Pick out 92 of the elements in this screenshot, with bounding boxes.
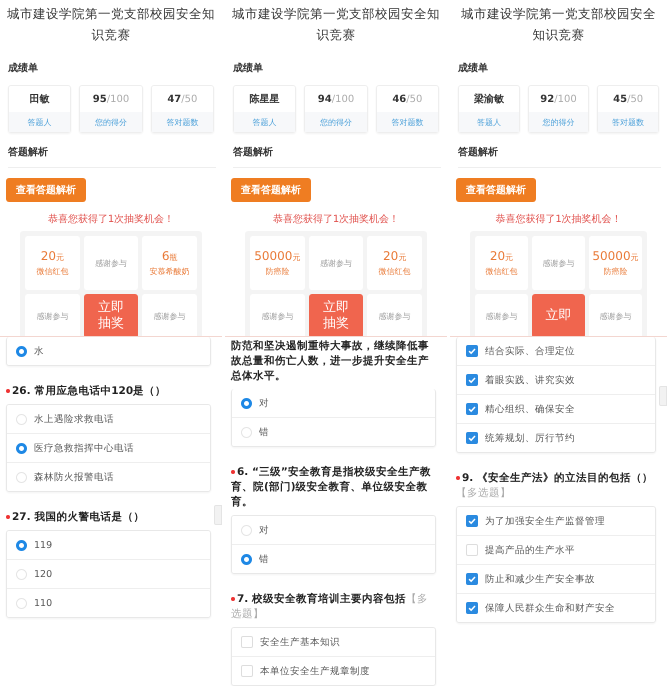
prize-text: 感谢参与 [320,258,352,268]
radio-button[interactable] [16,346,27,356]
score-label: 答题人 [9,112,70,132]
score-label: 答对题数 [152,112,213,132]
radio-button[interactable] [16,442,27,454]
prize-amount: 50000元 [592,249,639,263]
scroll-handle-icon[interactable] [214,505,222,525]
answer-option[interactable]: 错 [232,544,435,573]
prize-text: 感谢参与 [378,310,411,322]
question-text: 26. 常用应急电话中120是（） [6,384,211,399]
section-heading: 成绩单 [458,62,489,75]
score-value: 46/50 [392,94,422,104]
answer-option[interactable]: 对 [232,516,435,544]
question-text: 防范和坚决遏制重特大事故，继续降低事故总量和伤亡人数，进一步提升安全生产总体水平。 [231,339,430,384]
score-value: 45/50 [613,94,644,104]
answer-option[interactable]: 医疗急救指挥中心电话 [7,433,210,462]
prize-amount: 6瓶 [162,249,178,263]
score-label: 您的得分 [305,112,367,132]
score-value: 95/100 [92,94,130,104]
answer-option[interactable]: 119 [7,531,210,559]
checkbox[interactable] [466,432,478,444]
checkbox[interactable] [466,374,478,386]
prize-text: 感谢参与 [36,310,68,322]
answer-option[interactable]: 对 [232,389,435,417]
answer-option[interactable]: 120 [7,559,210,588]
answer-option[interactable]: 110 [7,588,210,617]
answer-option[interactable]: 结合实际、合理定位 [457,337,655,365]
answer-option[interactable]: 着眼实践、讲究实效 [457,365,655,394]
score-value: 田敏 [30,93,50,106]
congrats-text: 恭喜您获得了1次抽奖机会！ [494,212,623,226]
prize-name: 防癌险 [265,266,290,277]
section-heading: 成绩单 [8,62,39,75]
answer-option[interactable]: 保障人民群众生命和财产安全 [457,593,655,622]
prize-name: 微信红包 [36,266,68,277]
prize-text: 感谢参与 [600,310,632,322]
answer-option[interactable]: 水 [7,337,210,365]
congrats-text: 恭喜您获得了1次抽奖机会！ [272,212,400,226]
checkbox[interactable] [466,345,478,357]
question-text: 27. 我国的火警电话是（） [6,510,211,525]
prize-amount: 20元 [490,249,514,263]
scroll-handle-icon[interactable] [659,386,667,406]
question-text: 7. 校级安全教育培训主要内容包括【多选题】 [231,592,429,622]
radio-button[interactable] [241,398,252,408]
score-label: 答对题数 [376,112,438,132]
answer-option[interactable]: 精心组织、确保安全 [457,394,655,423]
prize-text: 感谢参与 [94,258,127,268]
answer-option[interactable]: 森林防火报警电话 [7,462,210,491]
section-heading: 答题解析 [458,145,661,168]
prize-amount: 50000元 [254,249,300,263]
answer-option[interactable]: 提高产品的生产水平 [457,535,655,564]
question-text: 6. “三级”安全教育是指校级安全生产教育、院(部门)级安全教育、单位级安全教育。 [231,465,432,510]
checkbox[interactable] [466,573,478,585]
section-heading: 答题解析 [8,145,216,168]
prize-text: 感谢参与 [542,258,574,268]
answer-option[interactable]: 安全生产基本知识 [232,628,435,656]
prize-amount: 20元 [40,249,64,263]
prize-text: 感谢参与 [261,310,294,322]
answer-option[interactable]: 本单位安全生产规章制度 [232,656,435,685]
score-value: 47/50 [167,94,198,104]
prize-amount: 20元 [383,249,406,263]
score-label: 答对题数 [598,112,658,132]
score-value: 梁渝敏 [474,92,504,106]
radio-button[interactable] [241,554,252,564]
prize-text: 感谢参与 [154,310,186,322]
prize-name: 微信红包 [486,266,518,277]
checkbox[interactable] [466,515,478,527]
score-label: 您的得分 [80,112,142,132]
answer-option[interactable]: 统筹规划、厉行节约 [457,423,655,452]
prize-name: 微信红包 [378,266,411,277]
score-value: 92/100 [540,94,577,104]
question-text: 9. 《安全生产法》的立法目的包括（） 【多选题】 [456,471,654,501]
prize-name: 防癌险 [604,266,628,277]
checkbox[interactable] [466,602,478,614]
score-value: 94/100 [318,94,354,104]
answer-option[interactable]: 防止和减少生产安全事故 [457,564,655,593]
score-label: 答题人 [234,112,296,132]
score-label: 答题人 [459,112,519,132]
congrats-text: 恭喜您获得了1次抽奖机会！ [46,212,176,226]
answer-option[interactable]: 为了加强安全生产监督管理 [457,507,655,535]
prize-name: 安慕希酸奶 [150,266,190,277]
section-heading: 成绩单 [233,62,264,75]
checkbox[interactable] [466,403,478,415]
score-value: 陈星星 [250,92,280,106]
answer-option[interactable]: 水上遇险求救电话 [7,405,210,433]
prize-text: 感谢参与 [486,310,518,322]
score-label: 您的得分 [528,112,588,132]
answer-option[interactable]: 错 [232,417,435,446]
page-title: 城市建设学院第一党支部校园安全知识竞赛 [460,5,657,44]
radio-button[interactable] [16,540,27,550]
section-heading: 答题解析 [233,145,441,168]
page-title: 城市建设学院第一党支部校园安全知识竞赛 [231,5,441,44]
page-title: 城市建设学院第一党支部校园安全知识竞赛 [6,5,216,44]
